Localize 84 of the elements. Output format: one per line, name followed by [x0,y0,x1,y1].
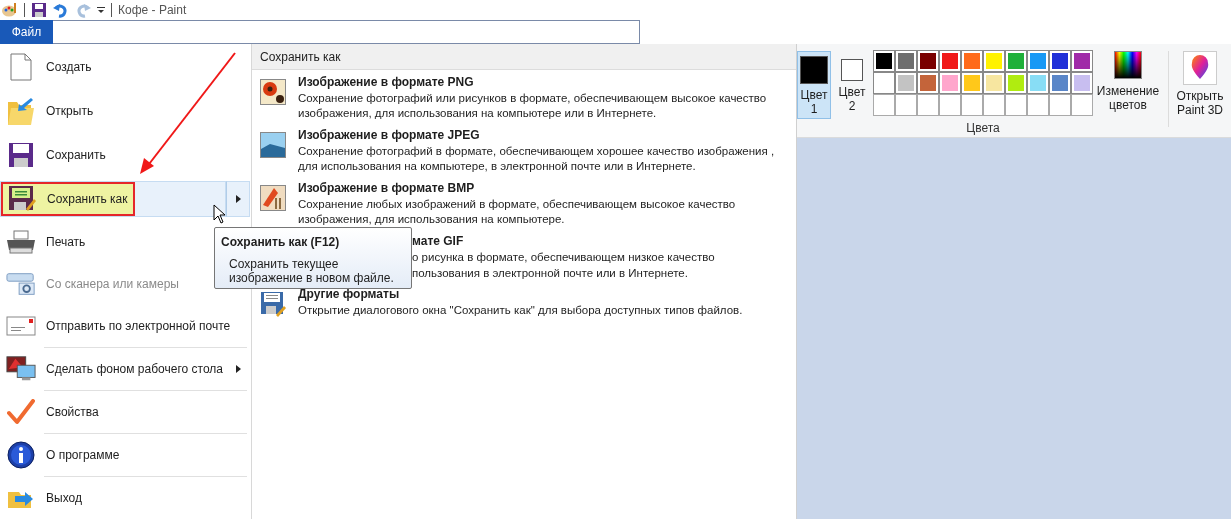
color-select-button[interactable]: Цвет 1 [797,51,831,119]
submenu-arrow-button[interactable] [226,181,250,217]
edit-colors-button[interactable]: Изменение цветов [1094,51,1162,112]
format-description: Сохранение любых изображений в формате, обеспечивающем высокое качество изображения, для использования на компьютере. [298,197,737,227]
menu-item[interactable]: Сохранить как [0,181,226,217]
group-label: Цвета [966,120,1000,137]
window-title: Кофе - Paint [118,2,187,19]
mouse-cursor-icon [213,204,226,224]
palette-swatch[interactable] [918,51,938,71]
folder-icon [6,96,36,126]
tooltip-text: Сохранить текущее изображение в новом файле. [228,257,395,285]
format-title[interactable]: мате GIF [412,233,715,249]
save-icon[interactable] [31,2,47,18]
empty-swatch[interactable] [940,95,960,115]
palette-swatch[interactable] [962,51,982,71]
palette-swatch[interactable] [962,73,982,93]
palette-swatch[interactable] [1006,73,1026,93]
palette-swatch[interactable] [896,73,916,93]
menu-item[interactable]: Открыть [0,89,210,133]
empty-swatch[interactable] [918,95,938,115]
redo-icon[interactable] [75,2,91,18]
format-description: Сохранение фотографий или рисунков в формате, обеспечивающем высокое качество изображения, для использования на компьютере или в Интернете. [298,91,768,121]
palette-swatch[interactable] [1050,51,1070,71]
menu-item[interactable]: Сделать фоном рабочего стола [0,348,226,390]
paint-palette-icon[interactable] [2,3,18,17]
format-description: о рисунка в формате, обеспечивающем низкое качество [412,250,715,265]
palette-swatch[interactable] [940,51,960,71]
dropdown-icon[interactable] [97,6,105,14]
empty-swatch[interactable] [896,95,916,115]
palette-swatch[interactable] [918,73,938,93]
submenu-header: Сохранить как [252,44,796,70]
palette-swatch[interactable] [984,51,1004,71]
monitor-icon [6,355,36,383]
color-select-button[interactable]: Цвет 2 [835,51,869,119]
palette-swatch[interactable] [1028,51,1048,71]
palette-swatch[interactable] [984,73,1004,93]
printer-icon [6,230,36,254]
palette-swatch[interactable] [1050,73,1070,93]
brush-image-icon [260,185,286,211]
menu-item[interactable]: Печать [0,221,210,263]
floppy-disk-pencil-icon [7,185,37,213]
format-description: пользования в электронной почте или в Интернете. [412,266,689,281]
palette-swatch[interactable] [1028,73,1048,93]
empty-swatch[interactable] [984,95,1004,115]
triangle-arrow-icon [235,195,241,203]
floppy-disk-pencil-icon [260,291,286,317]
format-description: Сохранение фотографий в формате, обеспечивающем хорошее качество изображения , для использования на компьютере, в электронной почте или в Интернете. [298,144,776,174]
paint-drop-icon [1183,51,1217,85]
scanner-camera-icon [6,271,36,297]
paint-3d-button[interactable]: Открыть Paint 3D [1175,51,1225,117]
empty-swatch[interactable] [1006,95,1026,115]
menu-item[interactable]: О программе [0,434,210,476]
menu-item[interactable]: Свойства [0,391,210,433]
palette-swatch[interactable] [1072,51,1092,71]
palette-swatch[interactable] [1006,51,1026,71]
tooltip-title: Сохранить как (F12) [221,234,341,251]
undo-icon[interactable] [53,2,69,18]
info-icon [6,441,36,469]
palette-swatch[interactable] [874,73,894,93]
envelope-icon [6,316,36,336]
triangle-arrow-icon [235,365,241,373]
format-title[interactable]: Изображение в формате BMP [298,180,786,196]
format-title[interactable]: Изображение в формате PNG [298,74,786,90]
menu-item[interactable]: Создать [0,45,210,89]
landscape-image-icon [260,132,286,158]
empty-swatch[interactable] [962,95,982,115]
color-spectrum-icon [1114,51,1142,79]
palette-swatch[interactable] [874,51,894,71]
format-title[interactable]: Изображение в формате JPEG [298,127,786,143]
menu-item[interactable]: Отправить по электронной почте [0,305,235,347]
file-tab[interactable]: Файл [0,20,53,44]
empty-swatch[interactable] [1050,95,1070,115]
empty-swatch[interactable] [1028,95,1048,115]
format-title[interactable]: Другие форматы [298,286,743,302]
menu-item[interactable]: Сохранить [0,133,210,177]
palette-swatch[interactable] [896,51,916,71]
empty-swatch[interactable] [1072,95,1092,115]
empty-swatch[interactable] [874,95,894,115]
palette-swatch[interactable] [1072,73,1092,93]
format-description: Открытие диалогового окна "Сохранить как" для выбора доступных типов файлов. [298,303,743,318]
palette-swatch[interactable] [940,73,960,93]
flower-image-icon [260,79,286,105]
checkmark-icon [6,399,36,425]
menu-item[interactable]: Выход [0,477,210,519]
